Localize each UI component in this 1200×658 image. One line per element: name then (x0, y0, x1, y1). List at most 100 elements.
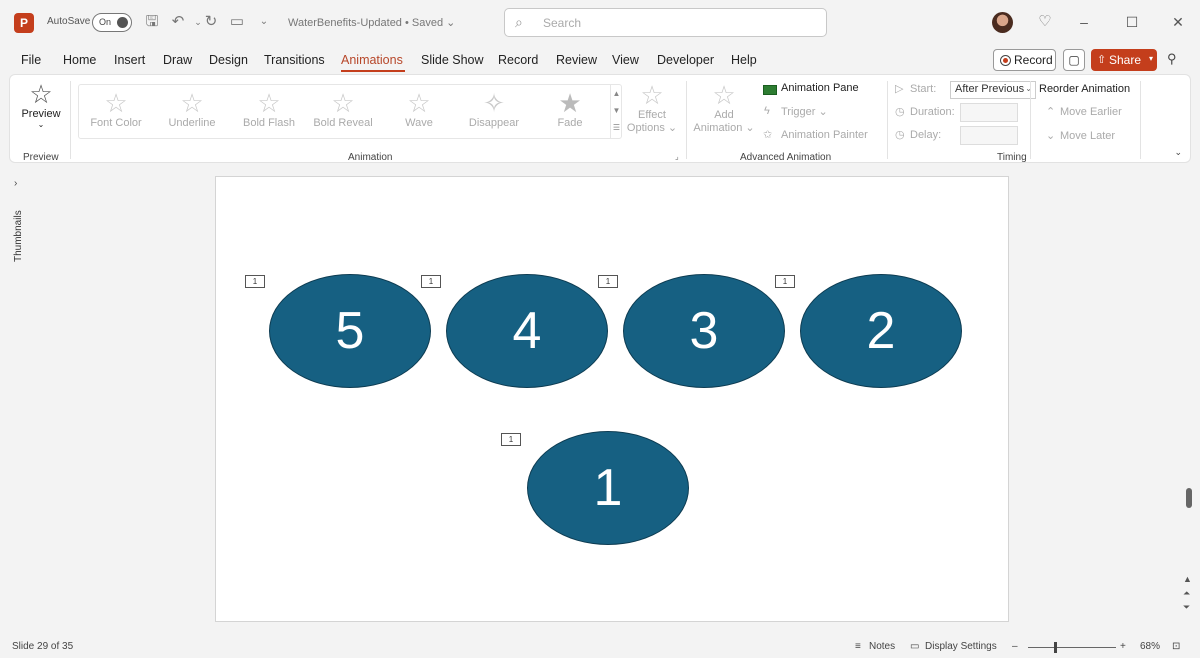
anim-bold-reveal[interactable]: ☆ Bold Reveal (310, 89, 376, 129)
star-icon: ☆ (407, 88, 431, 118)
chevron-right-icon[interactable]: › (14, 178, 17, 189)
tab-home[interactable]: Home (63, 53, 96, 67)
zoom-out-button[interactable]: – (1012, 641, 1018, 652)
oval-5[interactable]: 5 (269, 274, 431, 388)
tab-slide-show[interactable]: Slide Show (421, 53, 484, 67)
anim-bold-flash[interactable]: ☆ Bold Flash (238, 89, 300, 129)
animation-tag[interactable]: 1 (245, 275, 265, 288)
delay-input[interactable] (960, 126, 1018, 145)
scroll-up-icon[interactable]: ▲ (1183, 574, 1192, 584)
group-divider (1030, 81, 1031, 159)
powerpoint-logo: P (14, 13, 34, 33)
star-icon: ☆ (331, 88, 355, 118)
tab-review[interactable]: Review (556, 53, 597, 67)
start-select[interactable]: After Previous ⌄ (950, 81, 1036, 99)
group-divider (686, 81, 687, 159)
advanced-animation-group-label: Advanced Animation (740, 152, 832, 163)
fit-slide-icon[interactable]: ⊡ (1172, 641, 1180, 652)
search-icon: ⌕ (515, 14, 523, 30)
zoom-in-button[interactable]: + (1120, 641, 1126, 652)
anim-disappear[interactable]: ✧ Disappear (462, 89, 526, 129)
effect-options-button[interactable]: ☆ Effect Options ⌄ (624, 81, 680, 134)
zoom-level[interactable]: 68% (1140, 641, 1160, 652)
tab-record[interactable]: Record (498, 53, 538, 67)
star-icon: ☆ (180, 88, 204, 118)
anim-wave[interactable]: ☆ Wave (390, 89, 448, 129)
animation-pane-button[interactable]: Animation Pane (781, 82, 859, 94)
add-animation-label: Add (714, 109, 734, 121)
move-earlier-button[interactable]: Move Earlier (1060, 106, 1122, 118)
trigger-button[interactable]: Trigger ⌄ (781, 105, 828, 118)
maximize-button[interactable]: ☐ (1117, 11, 1147, 33)
redo-icon[interactable]: ↻ (200, 11, 222, 33)
preview-button[interactable]: ☆ Preview ⌄ (18, 80, 64, 129)
dialog-launcher-icon[interactable]: ⌟ (675, 152, 679, 161)
duration-input[interactable] (960, 103, 1018, 122)
lightbulb-icon[interactable]: ♡ (1034, 11, 1056, 33)
anim-font-color[interactable]: ☆ Font Color (86, 89, 146, 129)
duration-label: Duration: (910, 106, 955, 118)
zoom-slider-thumb[interactable] (1054, 642, 1057, 653)
oval-1[interactable]: 1 (527, 431, 689, 545)
tab-animations[interactable]: Animations (341, 53, 403, 67)
minimize-button[interactable]: – (1069, 11, 1099, 33)
record-label: Record (1014, 53, 1053, 67)
gallery-scroll[interactable]: ▲ ▼ ☰ (610, 85, 622, 138)
tab-draw[interactable]: Draw (163, 53, 192, 67)
effect-options-icon: ☆ (640, 80, 664, 110)
undo-icon[interactable]: ↶ (167, 11, 189, 33)
preview-group-label: Preview (23, 152, 59, 163)
display-settings-button[interactable]: Display Settings (925, 641, 997, 652)
move-earlier-icon: ⌃ (1046, 106, 1056, 118)
share-icon: ⇧ (1097, 54, 1107, 66)
add-animation-button[interactable]: ☆ Add Animation ⌄ (692, 81, 756, 134)
close-button[interactable]: ✕ (1163, 11, 1193, 33)
comments-button[interactable]: ▢ (1063, 49, 1085, 71)
animation-tag[interactable]: 1 (598, 275, 618, 288)
tab-view[interactable]: View (612, 53, 639, 67)
oval-3[interactable]: 3 (623, 274, 785, 388)
save-icon[interactable]: 🖫 (141, 11, 163, 33)
tab-developer[interactable]: Developer (657, 53, 714, 67)
prev-slide-icon[interactable]: ⏶ (1183, 588, 1190, 599)
oval-2[interactable]: 2 (800, 274, 962, 388)
document-title[interactable]: WaterBenefits-Updated • Saved ⌄ (288, 16, 455, 29)
anim-underline[interactable]: ☆ Underline (162, 89, 222, 129)
tab-insert[interactable]: Insert (114, 53, 145, 67)
animation-tag[interactable]: 1 (421, 275, 441, 288)
comment-icon: ▢ (1068, 53, 1080, 67)
customize-icon[interactable]: ⌄ (253, 11, 275, 33)
timing-group-label: Timing (997, 152, 1027, 163)
tab-design[interactable]: Design (209, 53, 248, 67)
slide-canvas[interactable]: 1 5 1 4 1 3 1 2 1 1 (215, 176, 1009, 622)
toggle-knob (117, 17, 128, 28)
autosave-toggle[interactable]: On (92, 13, 132, 32)
ribbon-collapse-icon[interactable]: ⌄ (1174, 147, 1182, 158)
thumbnails-toggle[interactable]: Thumbnails (13, 210, 24, 262)
animation-painter-button[interactable]: Animation Painter (781, 129, 868, 141)
group-divider (1140, 81, 1141, 159)
share-button[interactable]: ⇧ Share ▾ (1091, 49, 1157, 71)
active-tab-indicator (341, 70, 405, 72)
oval-4[interactable]: 4 (446, 274, 608, 388)
notes-button[interactable]: Notes (869, 641, 895, 652)
vertical-scrollbar[interactable]: ▲ ⏶ ⏷ (1181, 176, 1195, 622)
record-button[interactable]: Record (993, 49, 1056, 71)
present-icon[interactable]: ▭ (226, 11, 248, 33)
search-input[interactable]: ⌕ Search (504, 8, 827, 37)
tab-help[interactable]: Help (731, 53, 757, 67)
scroll-thumb[interactable] (1186, 488, 1192, 508)
tab-file[interactable]: File (21, 53, 41, 67)
status-bar: Slide 29 of 35 ≡ Notes ▭ Display Setting… (0, 637, 1200, 658)
next-slide-icon[interactable]: ⏷ (1183, 602, 1190, 613)
animation-tag[interactable]: 1 (501, 433, 521, 446)
move-later-button[interactable]: Move Later (1060, 130, 1115, 142)
avatar[interactable] (992, 12, 1013, 33)
feedback-icon[interactable]: ⚲ (1167, 51, 1177, 67)
zoom-slider[interactable] (1028, 647, 1116, 648)
animation-tag[interactable]: 1 (775, 275, 795, 288)
notes-icon: ≡ (855, 641, 861, 652)
star-icon: ☆ (104, 88, 128, 118)
tab-transitions[interactable]: Transitions (264, 53, 325, 67)
anim-fade[interactable]: ★ Fade (540, 89, 600, 129)
